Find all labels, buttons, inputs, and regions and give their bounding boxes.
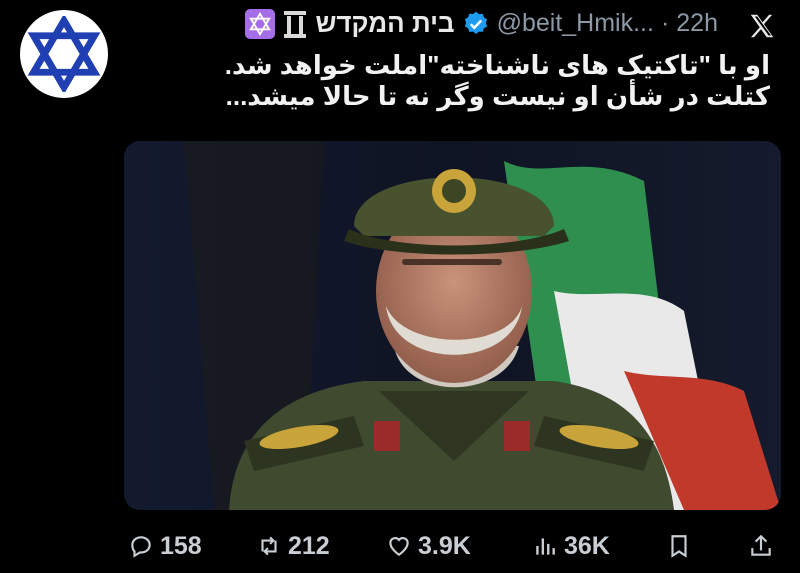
views-button[interactable]: 36K	[532, 532, 610, 561]
tweet-text: او با "تاکتیک های ناشناخته"املت خواهد شد…	[130, 50, 770, 112]
repost-button[interactable]: 212	[256, 532, 330, 561]
reply-icon	[131, 536, 151, 558]
star-of-david-icon	[27, 16, 101, 92]
temple-icon	[284, 10, 307, 38]
reply-count: 158	[160, 531, 202, 560]
views-chart-icon	[536, 538, 555, 555]
reply-button[interactable]: 158	[128, 532, 202, 561]
share-icon	[751, 534, 771, 556]
heart-icon	[389, 537, 409, 556]
user-handle[interactable]: @beit_Hmik...	[497, 9, 654, 38]
tweet-text-line-2: کتلت در شأن او نیست وگر نه تا حالا میشد.…	[225, 81, 770, 111]
repost-icon	[261, 536, 277, 556]
tweet-header: בית המקדש @beit_Hmik... · 22h	[245, 8, 718, 39]
tweet-media-image[interactable]	[124, 141, 781, 510]
repost-count: 212	[288, 531, 330, 560]
tweet-text-line-1: او با "تاکتیک های ناشناخته"املت خواهد شد…	[224, 50, 770, 80]
tweet-action-bar: 158 212 3.9K 36K	[124, 528, 784, 564]
timestamp[interactable]: 22h	[676, 9, 718, 38]
like-button[interactable]: 3.9K	[386, 532, 471, 561]
bookmark-button[interactable]	[666, 533, 692, 559]
verified-badge-icon	[464, 11, 487, 34]
views-count: 36K	[564, 531, 610, 560]
avatar[interactable]	[20, 10, 108, 98]
share-button[interactable]	[748, 533, 774, 559]
bookmark-icon	[671, 535, 687, 558]
x-logo-icon[interactable]	[747, 11, 777, 41]
star-of-david-badge-icon	[245, 8, 276, 39]
photo-commander-in-cap	[124, 141, 781, 510]
separator-dot: ·	[660, 9, 670, 37]
display-name[interactable]: בית המקדש	[315, 8, 454, 39]
like-count: 3.9K	[418, 531, 471, 560]
